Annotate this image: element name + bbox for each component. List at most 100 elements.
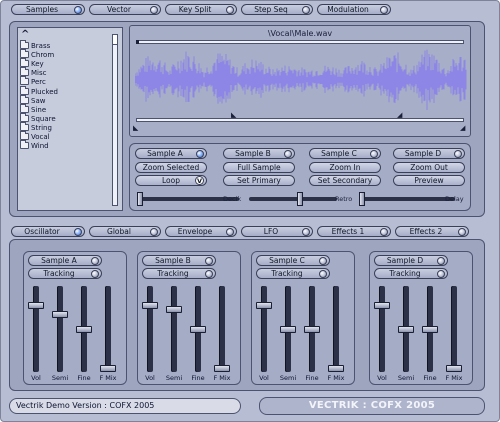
tab-lfo[interactable]: LFO — [241, 226, 313, 237]
tab-label: Oscillator — [24, 227, 60, 236]
right-corner-marker-icon[interactable]: ◢ — [460, 124, 465, 132]
osc-sample-select[interactable]: Sample C — [256, 255, 330, 266]
fine-fader-label: Fine — [305, 374, 319, 382]
start-marker-icon[interactable] — [136, 40, 139, 44]
zoom-out-button[interactable]: Zoom Out — [393, 162, 465, 173]
tab-vector[interactable]: Vector — [89, 4, 161, 15]
zoom-selected-button[interactable]: Zoom Selected — [135, 162, 207, 173]
tab-effects-2[interactable]: Effects 2 — [395, 226, 469, 237]
sample-select-sample-a[interactable]: Sample A — [135, 148, 207, 159]
browser-scroll-thumb[interactable] — [113, 35, 117, 45]
semi-fader[interactable] — [166, 286, 182, 372]
tab-led-icon — [458, 228, 466, 236]
folder-label: Saw — [31, 96, 46, 105]
semi-fader-thumb[interactable] — [166, 305, 182, 313]
tracking-toggle[interactable]: Tracking — [28, 268, 102, 279]
retro-slider[interactable] — [249, 192, 337, 206]
folder-item-wind[interactable]: Wind — [20, 140, 49, 151]
f-mix-fader-label: F Mix — [327, 374, 345, 382]
sample-select-sample-c[interactable]: Sample C — [309, 148, 381, 159]
vol-fader-thumb[interactable] — [142, 301, 158, 309]
toggle-led-icon — [91, 257, 99, 265]
tracking-toggle[interactable]: Tracking — [142, 268, 216, 279]
fine-fader[interactable] — [422, 286, 438, 372]
semi-fader[interactable] — [398, 286, 414, 372]
tab-modulation[interactable]: Modulation — [317, 4, 391, 15]
tab-samples[interactable]: Samples — [11, 4, 85, 15]
delay-slider-thumb[interactable] — [359, 192, 365, 206]
folder-icon — [20, 140, 29, 150]
delay-slider[interactable] — [359, 192, 455, 206]
folder-label: Perc — [31, 78, 46, 87]
vol-fader-thumb[interactable] — [374, 301, 390, 309]
tracking-toggle[interactable]: Tracking — [374, 268, 448, 279]
tab-key-split[interactable]: Key Split — [165, 4, 237, 15]
tracking-toggle-label: Tracking — [43, 269, 75, 278]
left-corner-marker-icon[interactable]: ◣ — [133, 124, 138, 132]
f-mix-fader[interactable] — [328, 286, 344, 372]
loop-end-marker-icon[interactable]: ◢ — [397, 111, 402, 119]
oscillator-group-sample-a: Sample A Tracking Vol Semi Fine F Mix — [23, 251, 127, 385]
loop-button[interactable]: Loop V — [135, 175, 207, 186]
f-mix-fader-thumb[interactable] — [214, 365, 230, 372]
waveform-display[interactable]: \Vocal\Male.wav ◣ ◢ ◣ ◢ — [129, 25, 471, 137]
osc-sample-select[interactable]: Sample B — [142, 255, 216, 266]
tracking-toggle[interactable]: Tracking — [256, 268, 330, 279]
f-mix-fader-thumb[interactable] — [100, 365, 116, 372]
osc-sample-select[interactable]: Sample D — [374, 255, 448, 266]
tracking-toggle-label: Tracking — [157, 269, 189, 278]
preview-button[interactable]: Preview — [393, 175, 465, 186]
vol-fader[interactable] — [374, 286, 390, 372]
decik-slider-thumb[interactable] — [137, 192, 143, 206]
set-primary-button[interactable]: Set Primary — [223, 175, 295, 186]
fine-fader-thumb[interactable] — [304, 325, 320, 333]
vol-fader-label: Vol — [31, 374, 41, 382]
tab-global[interactable]: Global — [89, 226, 161, 237]
vol-fader[interactable] — [28, 286, 44, 372]
semi-fader-thumb[interactable] — [398, 325, 414, 333]
folder-label: Wind — [31, 142, 49, 151]
folder-up-icon[interactable]: ^ — [21, 30, 29, 40]
tab-label: Modulation — [327, 5, 369, 14]
f-mix-fader[interactable] — [100, 286, 116, 372]
tab-effects-1[interactable]: Effects 1 — [317, 226, 391, 237]
browser-scrollbar[interactable] — [112, 34, 118, 206]
semi-fader-thumb[interactable] — [280, 325, 296, 333]
fine-fader[interactable] — [304, 286, 320, 372]
loop-start-marker-icon[interactable]: ◣ — [231, 111, 236, 119]
fine-fader-thumb[interactable] — [190, 325, 206, 333]
waveform-bottom-marker-bar[interactable] — [136, 118, 464, 122]
vol-fader[interactable] — [256, 286, 272, 372]
sample-select-sample-b[interactable]: Sample B — [223, 148, 295, 159]
tracking-toggle-label: Tracking — [271, 269, 303, 278]
semi-fader[interactable] — [280, 286, 296, 372]
vol-fader-thumb[interactable] — [28, 301, 44, 309]
waveform-graph[interactable] — [135, 46, 467, 114]
tab-label: LFO — [263, 227, 279, 236]
fine-fader-thumb[interactable] — [76, 325, 92, 333]
semi-fader-thumb[interactable] — [52, 311, 68, 319]
waveform-top-marker-bar[interactable] — [136, 40, 464, 44]
full-sample-button[interactable]: Full Sample — [223, 162, 295, 173]
f-mix-fader-thumb[interactable] — [446, 365, 462, 372]
f-mix-fader[interactable] — [214, 286, 230, 372]
folder-label: Plucked — [31, 87, 59, 96]
vol-fader-thumb[interactable] — [256, 301, 272, 309]
f-mix-fader-label: F Mix — [213, 374, 231, 382]
osc-sample-select[interactable]: Sample A — [28, 255, 102, 266]
f-mix-fader-thumb[interactable] — [328, 365, 344, 372]
sample-select-sample-d[interactable]: Sample D — [393, 148, 465, 159]
tab-envelope[interactable]: Envelope — [165, 226, 237, 237]
fine-fader[interactable] — [190, 286, 206, 372]
fine-fader-thumb[interactable] — [422, 325, 438, 333]
fine-fader[interactable] — [76, 286, 92, 372]
tab-step-seq[interactable]: Step Seq — [241, 4, 313, 15]
tab-oscillator[interactable]: Oscillator — [11, 226, 85, 237]
semi-fader[interactable] — [52, 286, 68, 372]
f-mix-fader[interactable] — [446, 286, 462, 372]
vol-fader[interactable] — [142, 286, 158, 372]
set-secondary-button[interactable]: Set Secondary — [309, 175, 381, 186]
full-sample-button-label: Full Sample — [237, 163, 281, 172]
zoom-in-button[interactable]: Zoom In — [309, 162, 381, 173]
retro-slider-thumb[interactable] — [297, 192, 303, 206]
